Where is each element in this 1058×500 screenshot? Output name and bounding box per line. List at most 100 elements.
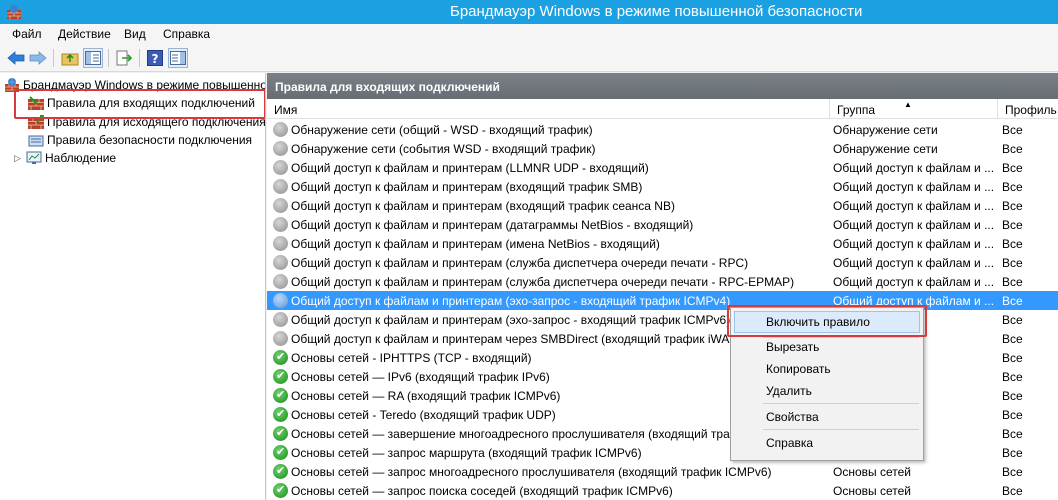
rule-disabled-icon	[273, 160, 288, 175]
rule-enabled-icon: ✔	[273, 464, 288, 479]
table-row[interactable]: Общий доступ к файлам и принтерам (служб…	[267, 272, 1058, 291]
tree-item-connection-security[interactable]: Правила безопасности подключения	[28, 131, 252, 149]
rule-disabled-icon	[273, 141, 288, 156]
rule-group-cell: Основы сетей	[833, 465, 911, 479]
menu-file[interactable]: Файл	[12, 27, 42, 41]
check-mark-icon: ✔	[276, 389, 286, 401]
rule-profile-cell: Все	[1002, 275, 1023, 289]
context-menu-delete[interactable]: Удалить	[734, 380, 920, 402]
toolbar-separator	[139, 49, 140, 67]
back-arrow-icon[interactable]	[6, 48, 26, 68]
rule-group-cell: Обнаружение сети	[833, 142, 938, 156]
table-row[interactable]: Общий доступ к файлам и принтерам (LLMNR…	[267, 158, 1058, 177]
show-hide-tree-icon[interactable]	[83, 48, 103, 68]
table-row[interactable]: Обнаружение сети (общий - WSD - входящий…	[267, 120, 1058, 139]
rule-disabled-icon	[273, 255, 288, 270]
rule-name-cell: Обнаружение сети (общий - WSD - входящий…	[291, 123, 593, 137]
table-row[interactable]: Общий доступ к файлам и принтерам через …	[267, 329, 1058, 348]
rule-profile-cell: Все	[1002, 389, 1023, 403]
tree-item-monitoring[interactable]: ▷ Наблюдение	[14, 149, 116, 167]
check-mark-icon: ✔	[276, 351, 286, 363]
rule-enabled-icon: ✔	[273, 350, 288, 365]
expand-arrow-icon[interactable]: ▷	[14, 153, 26, 164]
menu-separator	[763, 403, 919, 404]
menu-help[interactable]: Справка	[163, 27, 210, 41]
column-header-name[interactable]: Имя	[267, 99, 830, 119]
rule-name-cell: Основы сетей — запрос многоадресного про…	[291, 465, 772, 479]
tree-item-label: Правила безопасности подключения	[47, 133, 253, 147]
table-row[interactable]: ✔ Основы сетей — RA (входящий трафик ICMP…	[267, 386, 1058, 405]
rules-list-pane: Правила для входящих подключений Имя Гру…	[267, 73, 1058, 500]
rule-name-cell: Общий доступ к файлам и принтерам (LLMNR…	[291, 161, 649, 175]
table-row[interactable]: Общий доступ к файлам и принтерам (имена…	[267, 234, 1058, 253]
rule-disabled-icon	[273, 122, 288, 137]
rule-enabled-icon: ✔	[273, 369, 288, 384]
rule-enabled-icon: ✔	[273, 407, 288, 422]
table-row[interactable]: ✔ Основы сетей — запрос многоадресного пр…	[267, 462, 1058, 481]
rule-profile-cell: Все	[1002, 465, 1023, 479]
context-menu-properties[interactable]: Свойства	[734, 406, 920, 428]
rule-disabled-icon	[273, 312, 288, 327]
rule-name-cell: Обнаружение сети (события WSD - входящий…	[291, 142, 596, 156]
table-row[interactable]: Общий доступ к файлам и принтерам (входя…	[267, 177, 1058, 196]
table-row[interactable]: Общий доступ к файлам и принтерам (эхо-з…	[267, 310, 1058, 329]
rule-group-cell: Основы сетей	[833, 484, 911, 498]
table-row[interactable]: Обнаружение сети (события WSD - входящий…	[267, 139, 1058, 158]
help-icon[interactable]: ?	[145, 48, 165, 68]
rule-profile-cell: Все	[1002, 142, 1023, 156]
context-menu-help[interactable]: Справка	[734, 432, 920, 454]
context-menu-cut[interactable]: Вырезать	[734, 336, 920, 358]
rule-profile-cell: Все	[1002, 237, 1023, 251]
table-row[interactable]: ✔ Основы сетей — запрос маршрута (входящи…	[267, 443, 1058, 462]
toolbar: ?	[0, 44, 1058, 72]
table-row[interactable]: ✔ Основы сетей - IPHTTPS (TCP - входящий)…	[267, 348, 1058, 367]
rule-disabled-icon	[273, 217, 288, 232]
rule-group-cell: Обнаружение сети	[833, 123, 938, 137]
rule-profile-cell: Все	[1002, 446, 1023, 460]
table-row[interactable]: Общий доступ к файлам и принтерам (входя…	[267, 196, 1058, 215]
table-row[interactable]: ✔ Основы сетей - Teredo (входящий трафик …	[267, 405, 1058, 424]
title-bar: Брандмауэр Windows в режиме повышенной б…	[0, 0, 1058, 24]
table-row[interactable]: ✔ Основы сетей — IPv6 (входящий трафик IP…	[267, 367, 1058, 386]
properties-pane-icon[interactable]	[168, 48, 188, 68]
rule-name-cell: Общий доступ к файлам и принтерам (служб…	[291, 256, 749, 270]
rule-profile-cell: Все	[1002, 218, 1023, 232]
table-row[interactable]: Общий доступ к файлам и принтерам (эхо-з…	[267, 291, 1058, 310]
rule-group-cell: Общий доступ к файлам и ...	[833, 218, 995, 232]
rule-group-cell: Общий доступ к файлам и ...	[833, 275, 995, 289]
rule-enabled-icon: ✔	[273, 426, 288, 441]
forward-arrow-icon[interactable]	[28, 48, 48, 68]
up-folder-icon[interactable]	[60, 48, 80, 68]
table-row[interactable]: Общий доступ к файлам и принтерам (датаг…	[267, 215, 1058, 234]
rule-profile-cell: Все	[1002, 256, 1023, 270]
toolbar-separator	[108, 49, 109, 67]
context-menu-copy[interactable]: Копировать	[734, 358, 920, 380]
column-header-group[interactable]: Группа	[830, 99, 998, 119]
rule-group-cell: Общий доступ к файлам и ...	[833, 199, 995, 213]
sort-ascending-icon: ▲	[904, 100, 912, 109]
rules-table-body: Обнаружение сети (общий - WSD - входящий…	[267, 120, 1058, 500]
rule-group-cell: Общий доступ к файлам и ...	[833, 161, 995, 175]
rule-name-cell: Общий доступ к файлам и принтерам (служб…	[291, 275, 795, 289]
table-row[interactable]: Общий доступ к файлам и принтерам (служб…	[267, 253, 1058, 272]
column-header-profile[interactable]: Профиль	[998, 99, 1058, 119]
check-mark-icon: ✔	[276, 427, 286, 439]
table-row[interactable]: ✔ Основы сетей — запрос поиска соседей (в…	[267, 481, 1058, 500]
selected-tree-item-highlight	[14, 89, 265, 119]
check-mark-icon: ✔	[276, 465, 286, 477]
firewall-app-icon	[7, 5, 21, 19]
check-mark-icon: ✔	[276, 446, 286, 458]
menu-action[interactable]: Действие	[58, 27, 111, 41]
monitoring-icon	[26, 151, 42, 164]
rule-profile-cell: Все	[1002, 427, 1023, 441]
rule-profile-cell: Все	[1002, 199, 1023, 213]
export-list-icon[interactable]	[114, 48, 134, 68]
menu-view[interactable]: Вид	[124, 27, 146, 41]
rule-name-cell: Общий доступ к файлам и принтерам (датаг…	[291, 218, 694, 232]
rule-name-cell: Общий доступ к файлам и принтерам (входя…	[291, 180, 643, 194]
connection-security-icon	[28, 135, 44, 147]
menu-separator	[763, 429, 919, 430]
rule-enabled-icon: ✔	[273, 483, 288, 498]
table-row[interactable]: ✔ Основы сетей — завершение многоадресног…	[267, 424, 1058, 443]
tree-item-label: Наблюдение	[45, 151, 117, 165]
